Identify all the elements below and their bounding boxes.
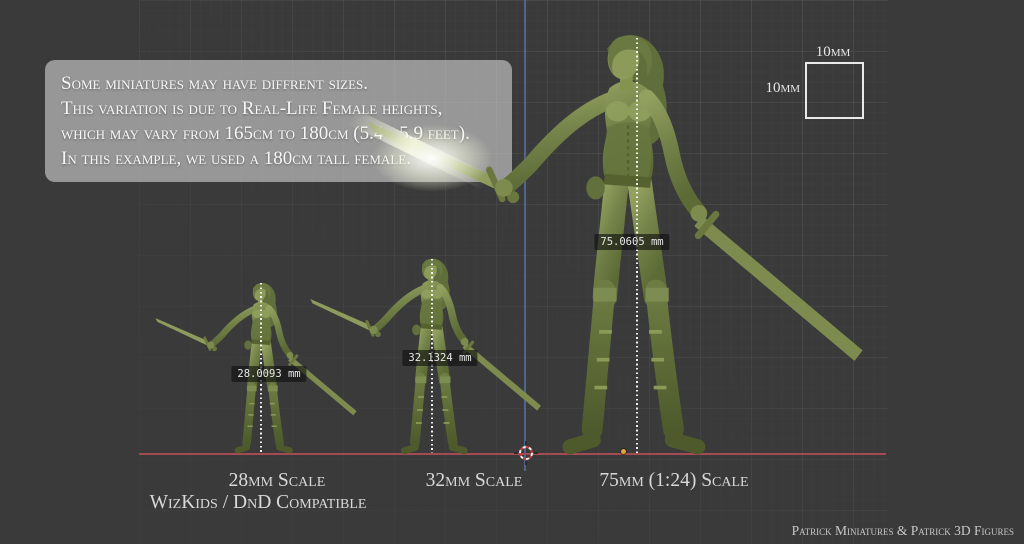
measurement-label-28mm: 28.0093 mm <box>231 366 306 382</box>
reference-square-top-label: 10mm <box>816 44 851 61</box>
scale-sublabel-28mm: WizKids / DnD Compatible <box>150 492 367 514</box>
scale-label-75mm: 75mm (1:24) Scale <box>599 470 748 492</box>
object-origin-dot[interactable] <box>621 449 626 454</box>
reference-square-side-label: 10mm <box>765 80 800 97</box>
scale-label-28mm: 28mm Scale <box>229 470 326 492</box>
measurement-label-32mm: 32.1324 mm <box>402 350 477 366</box>
cursor-3d[interactable] <box>512 439 540 467</box>
scale-label-32mm: 32mm Scale <box>426 470 523 492</box>
measurement-label-75mm: 75.0605 mm <box>594 234 669 250</box>
reference-square-10mm <box>805 62 864 119</box>
sword-glow-icon <box>352 113 512 203</box>
watermark: Patrick Miniatures & Patrick 3D Figures <box>792 523 1014 539</box>
viewport-3d: Some miniatures may have diffrent sizes.… <box>0 0 1024 544</box>
